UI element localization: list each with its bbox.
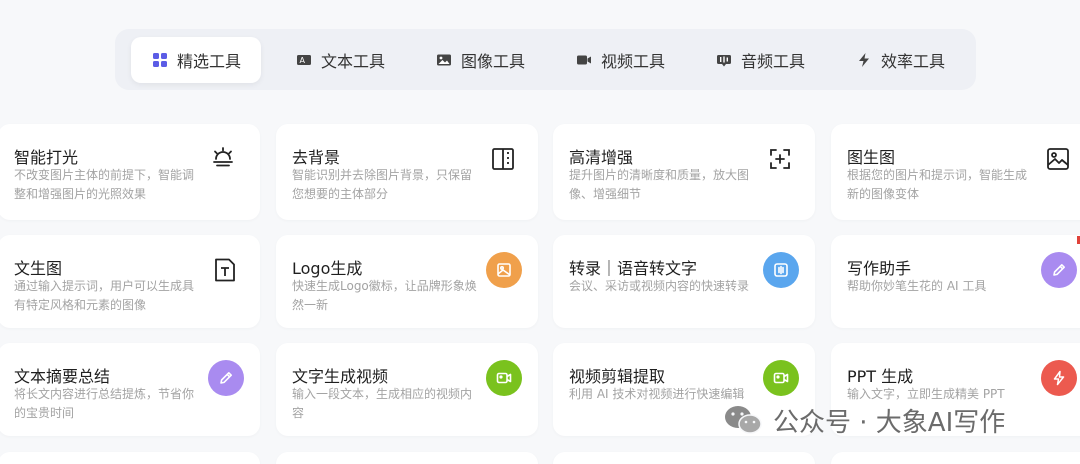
card-title: Logo生成 — [292, 259, 363, 278]
focus-plus-icon — [765, 144, 795, 174]
tab-text-tools[interactable]: A 文本工具 — [275, 37, 405, 83]
card-title: PPT 生成 — [847, 367, 914, 386]
card-title: 文字生成视频 — [292, 367, 389, 386]
text-tool-icon: A — [295, 51, 313, 69]
card-description: 快速生成Logo徽标，让品牌形象焕然一新 — [292, 279, 477, 312]
tool-card-logo-generate[interactable]: Logo生成 快速生成Logo徽标，让品牌形象焕然一新 — [276, 235, 538, 328]
tool-card-partial[interactable] — [553, 452, 815, 464]
card-title: 去背景 — [292, 148, 341, 167]
tool-card-partial[interactable] — [831, 452, 1080, 464]
card-title: 智能打光 — [14, 148, 79, 167]
watermark: 公众号 · 大象AI写作 — [723, 400, 1005, 440]
tool-card-partial[interactable] — [0, 452, 260, 464]
tool-card-image-to-image[interactable]: 图生图 根据您的图片和提示词，智能生成新的图像变体 — [831, 124, 1080, 220]
card-title: 转录｜语音转文字 — [569, 259, 698, 278]
video-badge-icon — [763, 360, 799, 396]
card-title: 文本摘要总结 — [14, 367, 111, 386]
card-description: 会议、采访或视频内容的快速转录 — [569, 279, 750, 293]
tab-label: 文本工具 — [320, 52, 385, 71]
card-description: 帮助你妙笔生花的 AI 工具 — [847, 279, 987, 293]
watermark-text: 公众号 · 大象AI写作 — [773, 407, 1006, 438]
video-icon — [575, 51, 593, 69]
tool-card-smart-lighting[interactable]: 智能打光 不改变图片主体的前提下，智能调整和增强图片的光照效果 — [0, 124, 260, 220]
card-title: 视频剪辑提取 — [569, 367, 666, 386]
card-description: 将长文内容进行总结提炼，节省你的宝贵时间 — [14, 387, 195, 420]
lightning-icon — [855, 51, 873, 69]
lightning-badge-icon — [1041, 360, 1077, 396]
sunrise-icon — [208, 144, 238, 174]
audio-icon — [715, 51, 733, 69]
tool-category-tabbar: 精选工具 A 文本工具 图像工具 视频工具 音频工具 效率工具 — [115, 29, 976, 90]
card-description: 通过输入提示词，用户可以生成具有特定风格和元素的图像 — [14, 279, 195, 312]
tab-featured-tools[interactable]: 精选工具 — [131, 37, 261, 83]
pen-badge-icon — [1041, 252, 1077, 288]
svg-text:A: A — [299, 56, 305, 65]
tool-card-text-to-image[interactable]: 文生图 通过输入提示词，用户可以生成具有特定风格和元素的图像 — [0, 235, 260, 328]
tab-image-tools[interactable]: 图像工具 — [415, 37, 545, 83]
tab-audio-tools[interactable]: 音频工具 — [695, 37, 825, 83]
tool-card-text-to-video[interactable]: 文字生成视频 输入一段文本，生成相应的视频内容 — [276, 343, 538, 436]
tab-label: 音频工具 — [740, 52, 805, 71]
pen-badge-icon — [208, 360, 244, 396]
card-title: 文生图 — [14, 259, 63, 278]
card-title: 写作助手 — [847, 259, 912, 278]
split-frame-icon — [488, 144, 518, 174]
tool-card-writing-assistant[interactable]: 写作助手 帮助你妙笔生花的 AI 工具 — [831, 235, 1080, 328]
tool-card-remove-background[interactable]: 去背景 智能识别并去除图片背景，只保留您想要的主体部分 — [276, 124, 538, 220]
image-icon — [435, 51, 453, 69]
video-badge-icon — [486, 360, 522, 396]
wechat-icon — [725, 406, 762, 434]
image-badge-icon — [486, 252, 522, 288]
tab-label: 图像工具 — [460, 52, 525, 71]
tab-video-tools[interactable]: 视频工具 — [555, 37, 685, 83]
tool-card-text-summary[interactable]: 文本摘要总结 将长文内容进行总结提炼，节省你的宝贵时间 — [0, 343, 260, 436]
tool-card-transcription[interactable]: 转录｜语音转文字 会议、采访或视频内容的快速转录 — [553, 235, 815, 328]
grid-icon — [151, 51, 169, 69]
card-description: 不改变图片主体的前提下，智能调整和增强图片的光照效果 — [14, 168, 195, 201]
card-title: 图生图 — [847, 148, 896, 167]
waveform-badge-icon — [763, 252, 799, 288]
card-description: 提升图片的清晰度和质量，放大图像、增强细节 — [569, 168, 750, 201]
card-description: 输入一段文本，生成相应的视频内容 — [292, 387, 473, 420]
tab-efficiency-tools[interactable]: 效率工具 — [835, 37, 965, 83]
tab-label: 视频工具 — [600, 52, 665, 71]
tool-card-partial[interactable] — [276, 452, 538, 464]
image-icon — [1043, 144, 1073, 174]
card-description: 根据您的图片和提示词，智能生成新的图像变体 — [847, 168, 1028, 201]
tab-label: 效率工具 — [880, 52, 945, 71]
tab-label: 精选工具 — [176, 52, 241, 71]
card-description: 智能识别并去除图片背景，只保留您想要的主体部分 — [292, 168, 473, 201]
text-doc-icon — [210, 255, 240, 285]
card-title: 高清增强 — [569, 148, 634, 167]
tool-card-hd-enhance[interactable]: 高清增强 提升图片的清晰度和质量，放大图像、增强细节 — [553, 124, 815, 220]
